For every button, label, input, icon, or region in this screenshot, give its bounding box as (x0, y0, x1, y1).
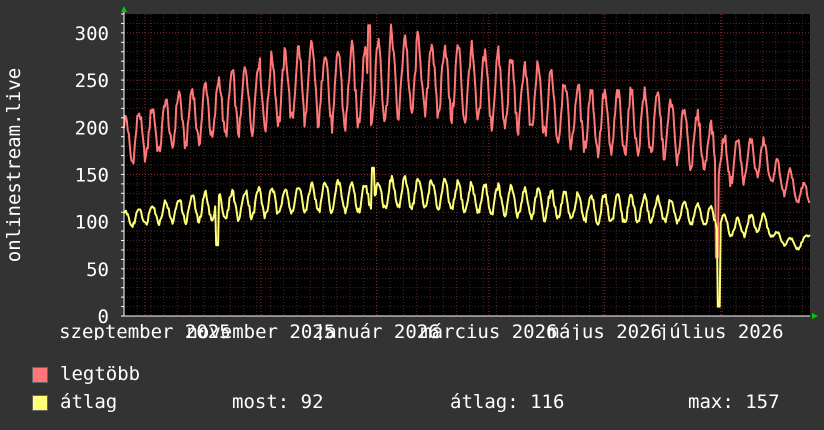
x-tick-label: március 2026 (420, 321, 557, 340)
legtobb-swatch (32, 367, 48, 383)
legend-item-legtobb: legtöbb (32, 362, 812, 386)
y-tick-label: 300 (75, 23, 109, 45)
y-tick-label: 50 (86, 259, 109, 281)
y-tick-label: 150 (75, 164, 109, 186)
y-axis-label: onlinestream.live (3, 68, 25, 262)
y-tick-label: 200 (75, 117, 109, 139)
chart-container: 0 50 100 150 200 250 300 szeptember 2025 novemb… (0, 0, 824, 430)
stat-most: most: 92 (232, 391, 324, 413)
x-tick-labels: szeptember 2025november 2025január 2026m… (59, 321, 784, 340)
legend-item-atlag: átlag most: 92 átlag: 116 max: 157 (32, 390, 812, 414)
y-tick-label: 250 (75, 70, 109, 92)
y-tick-label: 100 (75, 212, 109, 234)
stat-max: max: 157 (688, 391, 780, 413)
line-chart: 050100150200250300 szeptember 2025novemb… (3, 6, 818, 340)
legend-label-legtobb: legtöbb (60, 363, 141, 385)
atlag-swatch (32, 395, 48, 411)
legend-label-atlag: átlag (60, 391, 118, 413)
y-axis-arrow (121, 6, 127, 12)
x-tick-label: május 2026 (548, 321, 662, 340)
x-tick-label: július 2026 (658, 321, 784, 340)
x-axis-arrow (812, 313, 818, 319)
y-tick-labels: 050100150200250300 (75, 23, 109, 328)
stat-atlag: átlag: 116 (450, 391, 565, 413)
